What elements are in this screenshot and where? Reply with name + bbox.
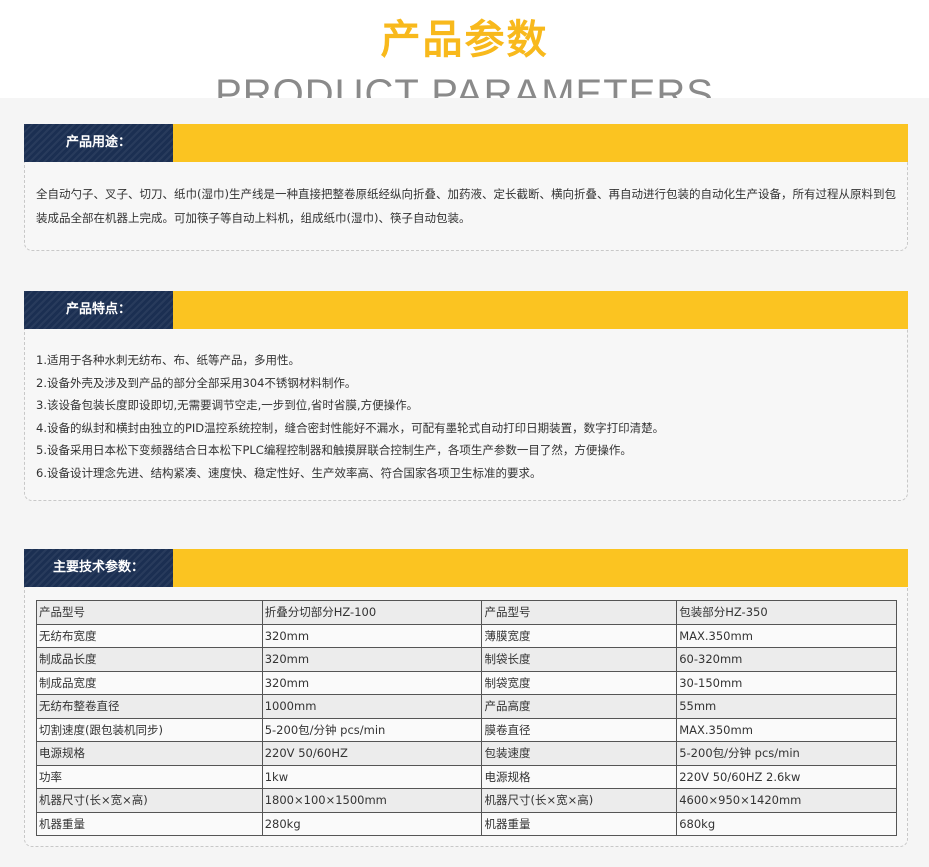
table-row: 无纺布整卷直径 1000mm 产品高度 55mm (36, 694, 897, 719)
table-cell: 电源规格 (36, 741, 263, 766)
table-cell: 电源规格 (481, 764, 678, 789)
table-cell: 膜卷直径 (481, 717, 678, 742)
table-cell: 制袋长度 (481, 647, 678, 672)
specs-section: 主要技术参数： 产品型号 折叠分切部分HZ-100 产品型号 包装部分HZ-35… (24, 549, 908, 847)
table-cell: 220V 50/60HZ (261, 741, 483, 766)
features-label: 产品特点： (24, 291, 173, 329)
table-cell: 1800×100×1500mm (261, 788, 483, 813)
content-area: 产品用途： 全自动勺子、叉子、切刀、纸巾(湿巾)生产线是一种直接把整卷原纸经纵向… (0, 98, 929, 867)
feature-item: 4.设备的纵封和横封由独立的PID温控系统控制，缝合密封性能好不漏水，可配有墨轮… (36, 420, 665, 435)
features-section: 产品特点： 1.适用于各种水刺无纺布、布、纸等产品，多用性。 2.设备外壳及涉及… (24, 291, 908, 501)
table-cell: 机器尺寸(长×宽×高) (481, 788, 678, 813)
table-row: 产品型号 折叠分切部分HZ-100 产品型号 包装部分HZ-350 (36, 600, 897, 625)
table-cell: 机器重量 (481, 811, 678, 836)
page-title: 产品参数 (380, 17, 549, 63)
table-row: 无纺布宽度 320mm 薄膜宽度 MAX.350mm (36, 623, 897, 648)
feature-item: 3.该设备包装长度即设即切,无需要调节空走,一步到位,省时省膜,方便操作。 (36, 398, 419, 412)
table-row: 切割速度(跟包装机同步) 5-200包/分钟 pcs/min 膜卷直径 MAX.… (36, 717, 897, 742)
features-header-bar: 产品特点： (24, 291, 908, 329)
specs-table: 产品型号 折叠分切部分HZ-100 产品型号 包装部分HZ-350 无纺布宽度 … (36, 600, 897, 836)
table-cell: 制成品宽度 (36, 670, 263, 695)
feature-item: 5.设备采用日本松下变频器结合日本松下PLC编程控制器和触摸屏联合控制生产，各项… (36, 443, 632, 457)
table-cell: 280kg (261, 811, 483, 836)
usage-text: 全自动勺子、叉子、切刀、纸巾(湿巾)生产线是一种直接把整卷原纸经纵向折叠、加药液… (24, 162, 908, 251)
table-cell: 5-200包/分钟 pcs/min (676, 741, 897, 766)
table-cell: 机器重量 (36, 811, 263, 836)
usage-header-bar: 产品用途： (24, 124, 908, 162)
table-cell: 制成品长度 (36, 647, 263, 672)
table-cell: 680kg (676, 811, 897, 836)
table-cell: 320mm (261, 623, 483, 648)
table-cell: MAX.350mm (676, 623, 897, 648)
table-row: 制成品长度 320mm 制袋长度 60-320mm (36, 647, 897, 672)
table-cell: 1000mm (261, 694, 483, 719)
table-cell: 薄膜宽度 (481, 623, 678, 648)
table-cell: 1kw (261, 764, 483, 789)
table-cell: 切割速度(跟包装机同步) (36, 717, 263, 742)
table-cell: 包装速度 (481, 741, 678, 766)
table-cell: 无纺布宽度 (36, 623, 263, 648)
feature-item: 6.设备设计理念先进、结构紧凑、速度快、稳定性好、生产效率高、符合国家各项卫生标… (36, 465, 542, 480)
usage-section: 产品用途： 全自动勺子、叉子、切刀、纸巾(湿巾)生产线是一种直接把整卷原纸经纵向… (24, 124, 908, 251)
table-row: 机器尺寸(长×宽×高) 1800×100×1500mm 机器尺寸(长×宽×高) … (36, 788, 897, 813)
page-header: 产品参数 PRODUCT PARAMETERS (0, 0, 929, 98)
table-cell: 30-150mm (676, 670, 897, 695)
specs-header-bar: 主要技术参数： (24, 549, 908, 587)
table-cell: 产品型号 (481, 600, 678, 625)
feature-item: 1.适用于各种水刺无纺布、布、纸等产品，多用性。 (36, 353, 300, 367)
table-cell: 机器尺寸(长×宽×高) (36, 788, 263, 813)
table-cell: 60-320mm (676, 647, 897, 672)
table-cell: 功率 (36, 764, 263, 789)
table-cell: 55mm (676, 694, 897, 719)
table-cell: 4600×950×1420mm (676, 788, 897, 813)
table-cell: 320mm (261, 670, 483, 695)
table-cell: 220V 50/60HZ 2.6kw (676, 764, 897, 789)
specs-label: 主要技术参数： (24, 549, 173, 587)
table-cell: 制袋宽度 (481, 670, 678, 695)
table-row: 功率 1kw 电源规格 220V 50/60HZ 2.6kw (36, 764, 897, 789)
page-subtitle: PRODUCT PARAMETERS (215, 72, 714, 98)
table-cell: 产品型号 (36, 600, 263, 625)
table-cell: 5-200包/分钟 pcs/min (261, 717, 483, 742)
features-list: 1.适用于各种水刺无纺布、布、纸等产品，多用性。 2.设备外壳及涉及到产品的部分… (24, 329, 908, 501)
table-cell: MAX.350mm (676, 717, 897, 742)
table-cell: 折叠分切部分HZ-100 (261, 600, 483, 625)
table-cell: 无纺布整卷直径 (36, 694, 263, 719)
table-row: 制成品宽度 320mm 制袋宽度 30-150mm (36, 670, 897, 695)
table-cell: 产品高度 (481, 694, 678, 719)
table-row: 机器重量 280kg 机器重量 680kg (36, 811, 897, 836)
table-row: 电源规格 220V 50/60HZ 包装速度 5-200包/分钟 pcs/min (36, 741, 897, 766)
specs-table-wrap: 产品型号 折叠分切部分HZ-100 产品型号 包装部分HZ-350 无纺布宽度 … (24, 587, 908, 847)
feature-item: 2.设备外壳及涉及到产品的部分全部采用304不锈钢材料制作。 (36, 375, 357, 390)
usage-label: 产品用途： (24, 124, 173, 162)
table-cell: 包装部分HZ-350 (676, 600, 897, 625)
table-cell: 320mm (261, 647, 483, 672)
